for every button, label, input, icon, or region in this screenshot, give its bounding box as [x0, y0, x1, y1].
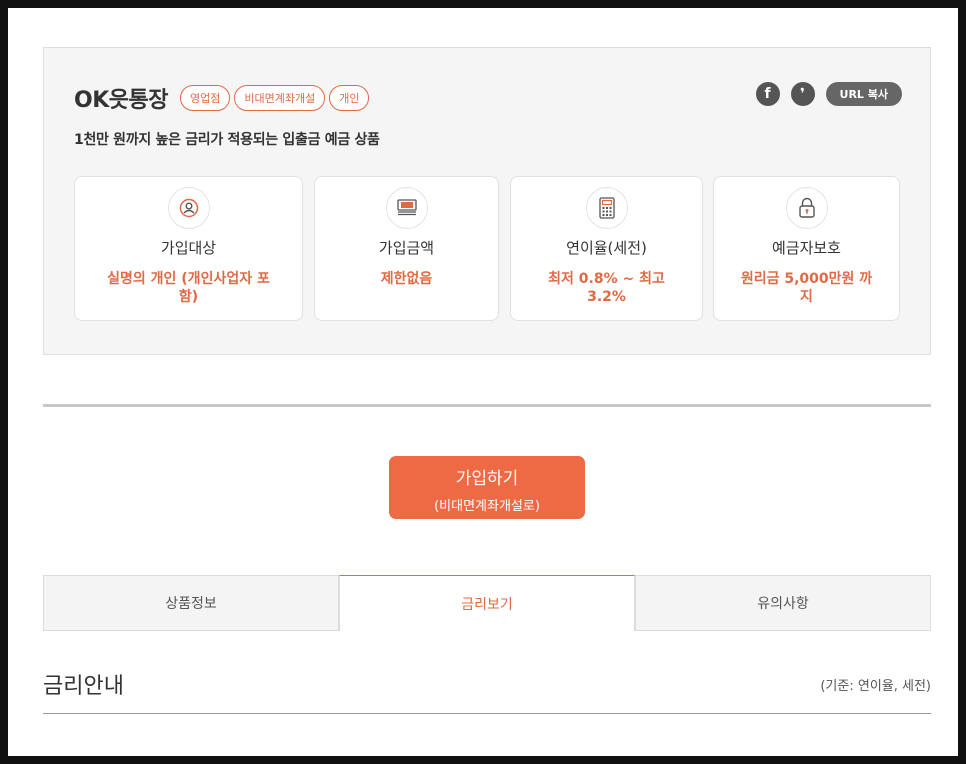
product-tabs: 상품정보 금리보기 유의사항 [43, 575, 931, 631]
kakao-share-button[interactable]: ❜ [790, 82, 815, 106]
url-copy-button[interactable]: URL 복사 [825, 82, 902, 106]
person-icon [167, 187, 210, 229]
facebook-share-button[interactable]: f [755, 82, 780, 106]
section-divider [43, 404, 931, 407]
info-box-protection: 예금자보호 원리금 5,000만원 까지 [713, 176, 900, 321]
product-summary-card: OK읏통장 영업점 비대면계좌개설 개인 f ❜ URL 복사 1천만 원까지 … [43, 47, 931, 355]
section-underline [43, 713, 931, 714]
info-label: 가입대상 [160, 239, 217, 257]
tag-online-open: 비대면계좌개설 [234, 85, 326, 111]
info-label: 연이율(세전) [566, 239, 647, 257]
page-frame: OK읏통장 영업점 비대면계좌개설 개인 f ❜ URL 복사 1천만 원까지 … [8, 8, 958, 756]
share-row: f ❜ URL 복사 [755, 82, 902, 106]
section-note: (기준: 연이율, 세전) [820, 679, 931, 694]
info-box-eligibility: 가입대상 실명의 개인 (개인사업자 포함) [74, 176, 303, 321]
money-icon [385, 187, 428, 229]
title-row: OK읏통장 영업점 비대면계좌개설 개인 [74, 82, 373, 114]
info-value: 최저 0.8% ~ 최고 3.2% [548, 271, 665, 305]
facebook-icon: f [764, 86, 771, 102]
kakaostory-icon: ❜ [800, 86, 805, 102]
info-box-amount: 가입금액 제한없음 [314, 176, 499, 321]
info-box-interest: 연이율(세전) 최저 0.8% ~ 최고 3.2% [510, 176, 703, 321]
info-value: 제한없음 [380, 271, 433, 287]
section-title: 금리안내 [43, 674, 124, 699]
info-label: 예금자보호 [771, 239, 841, 257]
info-value: 원리금 5,000만원 까지 [740, 271, 873, 305]
calculator-icon [585, 187, 628, 229]
join-button-sublabel: (비대면계좌개설로) [434, 499, 540, 514]
tag-branch: 영업점 [179, 85, 231, 111]
lock-icon [785, 187, 828, 229]
product-subtitle: 1천만 원까지 높은 금리가 적용되는 입출금 예금 상품 [74, 132, 380, 148]
join-button[interactable]: 가입하기 (비대면계좌개설로) [389, 456, 585, 519]
tag-personal: 개인 [329, 85, 370, 111]
join-button-label: 가입하기 [455, 469, 519, 489]
tab-product-info[interactable]: 상품정보 [43, 575, 339, 631]
info-label: 가입금액 [378, 239, 435, 257]
tab-notices[interactable]: 유의사항 [635, 575, 931, 631]
product-title: OK읏통장 [74, 88, 168, 113]
info-value: 실명의 개인 (개인사업자 포함) [107, 271, 270, 305]
tab-rates[interactable]: 금리보기 [339, 575, 635, 631]
